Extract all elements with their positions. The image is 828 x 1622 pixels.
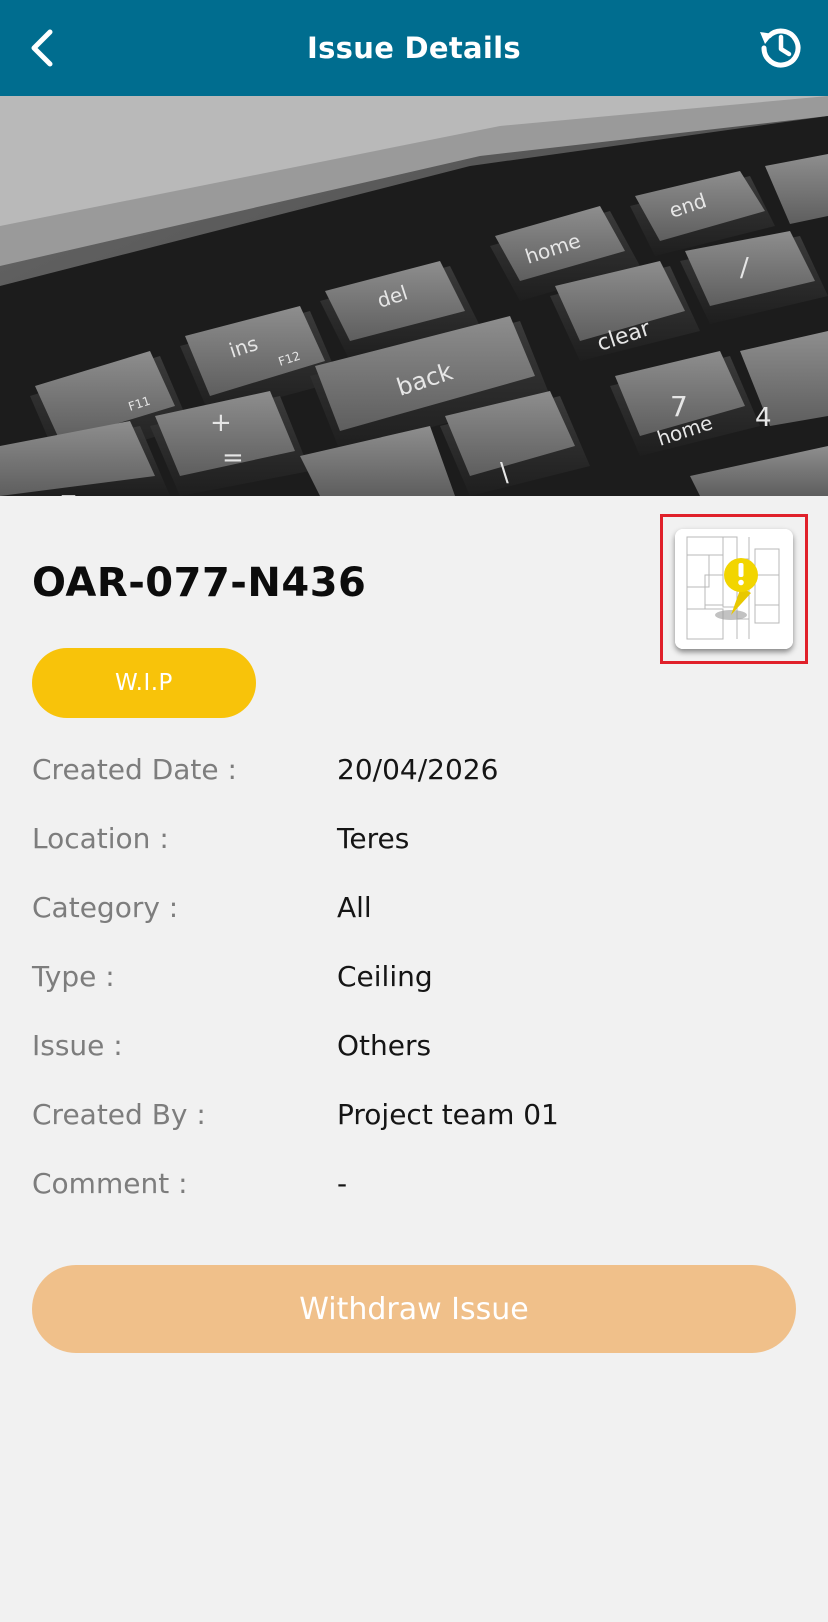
status-badge: W.I.P [32,648,256,718]
detail-value: All [337,891,372,924]
detail-value: 20/04/2026 [337,753,499,786]
svg-text:_: _ [61,468,76,496]
floor-plan-marker-icon [675,529,793,649]
withdraw-issue-button[interactable]: Withdraw Issue [32,1265,796,1353]
detail-value: Project team 01 [337,1098,559,1131]
detail-value: Others [337,1029,432,1062]
back-button[interactable] [12,18,72,78]
detail-row-category: Category : All [32,873,802,942]
svg-text:=: = [222,443,244,473]
detail-label: Location : [32,822,169,855]
detail-label: Comment : [32,1167,188,1200]
issue-details-list: Created Date : 20/04/2026 Location : Ter… [32,735,802,1218]
chevron-left-icon [31,29,53,67]
svg-text:+: + [210,408,232,438]
history-button[interactable] [750,18,810,78]
history-icon [760,28,801,68]
detail-row-created-by: Created By : Project team 01 [32,1080,802,1149]
page-title: Issue Details [307,31,521,65]
floor-plan-thumbnail[interactable] [660,514,808,664]
svg-text:4: 4 [755,403,772,433]
svg-text:/: / [740,253,749,283]
detail-row-comment: Comment : - [32,1149,802,1218]
detail-row-created-date: Created Date : 20/04/2026 [32,735,802,804]
detail-label: Created By : [32,1098,206,1131]
detail-row-type: Type : Ceiling [32,942,802,1011]
svg-text:\: \ [500,458,509,488]
detail-value: Ceiling [337,960,433,993]
detail-value: - [337,1167,348,1200]
app-header: Issue Details [0,0,828,96]
detail-label: Created Date : [32,753,237,786]
issue-photo[interactable]: home end del ins F12 F11 back clear 7 ho… [0,96,828,496]
detail-row-issue: Issue : Others [32,1011,802,1080]
issue-details-screen: Issue Details home end del ins F12 F11 b… [0,0,828,1622]
detail-value: Teres [337,822,410,855]
detail-label: Category : [32,891,179,924]
detail-row-location: Location : Teres [32,804,802,873]
issue-id: OAR-077-N436 [32,560,367,606]
floor-plan-card [675,529,793,649]
detail-label: Issue : [32,1029,123,1062]
detail-label: Type : [32,960,115,993]
keyboard-photo: home end del ins F12 F11 back clear 7 ho… [0,96,828,496]
